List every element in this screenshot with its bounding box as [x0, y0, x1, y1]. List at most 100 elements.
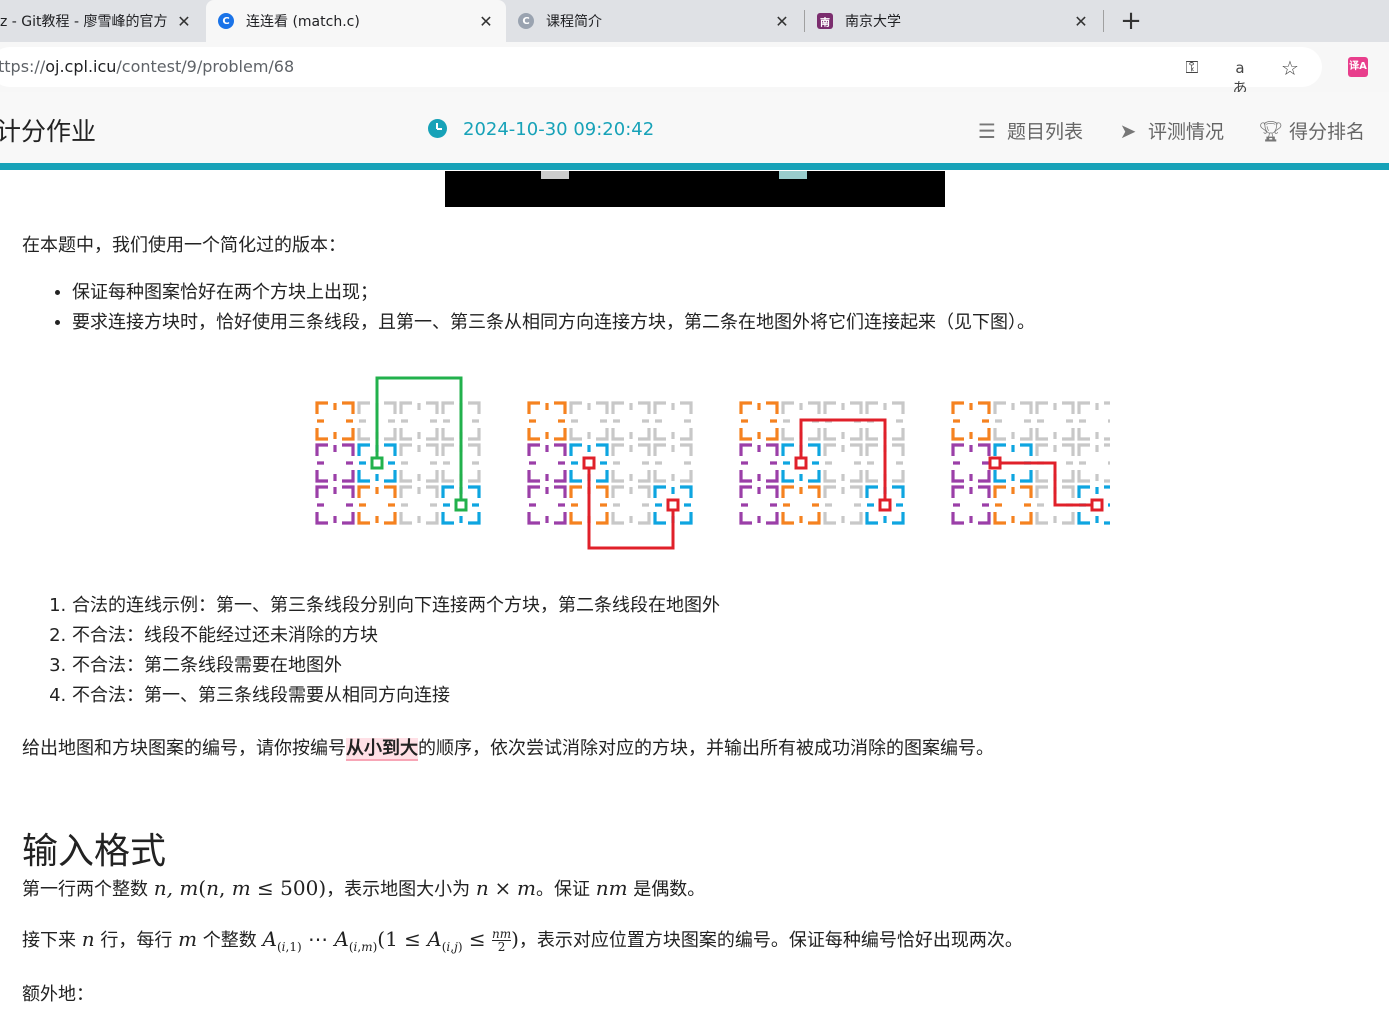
list-item: 不合法：第二条线段需要在地图外	[72, 651, 720, 681]
close-icon[interactable]: ✕	[772, 12, 792, 31]
tile-tick	[1079, 445, 1110, 481]
tile-tick	[741, 487, 777, 523]
tile-tick	[953, 487, 989, 523]
connection-figure	[315, 376, 1110, 550]
tile-tick	[529, 487, 565, 523]
list-icon: ☰	[978, 118, 996, 143]
list-item: 不合法：第一、第三条线段需要从相同方向连接	[72, 681, 720, 711]
nav-judge-status[interactable]: ➤ 评测情况	[1117, 117, 1224, 144]
tile-tick	[613, 403, 649, 439]
tile-tick	[529, 403, 565, 439]
page-title[interactable]: 计分作业	[0, 112, 96, 148]
text-part: ，表示对应位置方块图案的编号。保证每种编号恰好出现两次。	[518, 930, 1023, 951]
close-icon[interactable]: ✕	[1071, 12, 1091, 31]
text-part: 行，每行	[100, 930, 173, 951]
tile-tick	[953, 403, 989, 439]
url-host: oj.cpl.icu	[45, 57, 117, 76]
address-input[interactable]: ttps://oj.cpl.icu/contest/9/problem/68 ⚿…	[0, 47, 1322, 97]
math-formula: m	[517, 876, 536, 900]
math-formula: nm	[595, 876, 628, 900]
trophy-icon: 🏆︎	[1258, 118, 1284, 143]
math-formula: n, m	[153, 876, 199, 900]
text-part: 接下来	[22, 930, 76, 951]
rules-list: 保证每种图案恰好在两个方块上出现； 要求连接方块时，恰好使用三条线段，且第一、第…	[22, 278, 1035, 338]
tile-tick	[317, 445, 353, 481]
extra-text: 额外地：	[22, 984, 94, 1005]
tile-tick	[825, 445, 861, 481]
tile-tick	[825, 487, 861, 523]
tab-title: 课程简介	[546, 14, 602, 30]
tile-tick	[655, 403, 691, 439]
connection-path	[995, 461, 1097, 507]
tile-tick	[359, 487, 395, 523]
task-text-part: 给出地图和方块图案的编号，请你按编号	[22, 738, 346, 759]
tile-tick	[571, 403, 607, 439]
input-line-1: 第一行两个整数 n, m(n, m ≤ 500)，表示地图大小为 n × m。保…	[22, 875, 705, 901]
clock-icon	[428, 119, 447, 138]
tile-tick	[317, 403, 353, 439]
task-text-part: 的顺序，依次尝试消除对应的方块，并输出所有被成功消除的图案编号。	[418, 738, 994, 759]
tab-title: 连连看 (match.c)	[246, 14, 360, 30]
tab-course-intro[interactable]: C 课程简介 ✕	[506, 0, 802, 42]
intro-text: 在本题中，我们使用一个简化过的版本：	[22, 235, 346, 256]
tab-nju[interactable]: 南 南京大学 ✕	[805, 0, 1101, 42]
tile-tick	[995, 403, 1031, 439]
nav-label: 得分排名	[1289, 121, 1366, 143]
list-item: 保证每种图案恰好在两个方块上出现；	[72, 278, 1035, 308]
list-item: 要求连接方块时，恰好使用三条线段，且第一、第三条从相同方向连接方块，第二条在地图…	[72, 308, 1035, 338]
video-thumbnail-block	[541, 171, 569, 179]
path-endpoint	[582, 456, 596, 470]
tile-tick	[1079, 403, 1110, 439]
contest-timer: 2024-10-30 09:20:42	[463, 119, 655, 140]
path-endpoint	[454, 498, 468, 512]
tab-match-c[interactable]: C 连连看 (match.c) ✕	[206, 0, 506, 42]
nav-ranking[interactable]: 🏆︎ 得分排名	[1258, 117, 1365, 144]
translate-extension-icon[interactable]: 译A	[1348, 57, 1368, 77]
nju-logo-icon: 南	[817, 13, 833, 29]
embedded-video[interactable]	[445, 171, 945, 207]
tile-tick	[741, 445, 777, 481]
list-item: 不合法：线段不能经过还未消除的方块	[72, 621, 720, 651]
text-part: 是偶数。	[633, 879, 706, 900]
path-endpoint	[666, 498, 680, 512]
paper-plane-icon: ➤	[1119, 118, 1137, 143]
text-part: ，表示地图大小为	[326, 879, 471, 900]
math-formula: n	[81, 927, 95, 951]
text-part: 第一行两个整数	[22, 879, 148, 900]
tab-strip: z - Git教程 - 廖雪峰的官方 ✕ C 连连看 (match.c) ✕ C…	[0, 0, 1389, 42]
nav-label: 评测情况	[1148, 121, 1225, 143]
url-path: /contest/9/problem/68	[116, 57, 295, 76]
math-formula: ×	[494, 876, 512, 900]
tab-title: z - Git教程 - 廖雪峰的官方	[0, 14, 168, 30]
nav-problem-list[interactable]: ☰ 题目列表	[976, 117, 1083, 144]
math-formula: n	[475, 876, 489, 900]
url-text: ttps://oj.cpl.icu/contest/9/problem/68	[0, 57, 294, 76]
tile-tick	[401, 403, 437, 439]
tile-tick	[953, 445, 989, 481]
tile-tick	[401, 445, 437, 481]
site-favicon-icon: C	[518, 13, 534, 29]
math-formula: m	[178, 927, 198, 951]
new-tab-button[interactable]: +	[1118, 6, 1144, 36]
tile-tick	[401, 487, 437, 523]
tab-divider	[1103, 10, 1104, 32]
path-endpoint	[1090, 498, 1104, 512]
tile-tick	[655, 445, 691, 481]
text-part: 个整数	[202, 930, 257, 951]
key-icon[interactable]: ⚿	[1182, 58, 1202, 78]
close-icon[interactable]: ✕	[476, 12, 496, 31]
text-part: 。保证	[535, 879, 590, 900]
url-scheme: ttps://	[0, 57, 46, 76]
tile-tick	[613, 487, 649, 523]
site-favicon-icon: C	[218, 13, 234, 29]
task-text: 给出地图和方块图案的编号，请你按编号从小到大的顺序，依次尝试消除对应的方块，并输…	[22, 734, 994, 761]
favorite-star-icon[interactable]: ☆	[1280, 58, 1300, 78]
tile-tick	[783, 487, 819, 523]
path-endpoint	[988, 456, 1002, 470]
read-aloud-icon[interactable]: aあ	[1230, 58, 1250, 97]
tab-git-tutorial[interactable]: z - Git教程 - 廖雪峰的官方 ✕	[0, 0, 204, 42]
tile-tick	[529, 445, 565, 481]
highlighted-text: 从小到大	[346, 738, 418, 761]
input-line-2: 接下来 n 行，每行 m 个整数 A(i,1) ⋯ A(i,m)(1 ≤ A(i…	[22, 926, 1023, 954]
close-icon[interactable]: ✕	[174, 12, 194, 31]
